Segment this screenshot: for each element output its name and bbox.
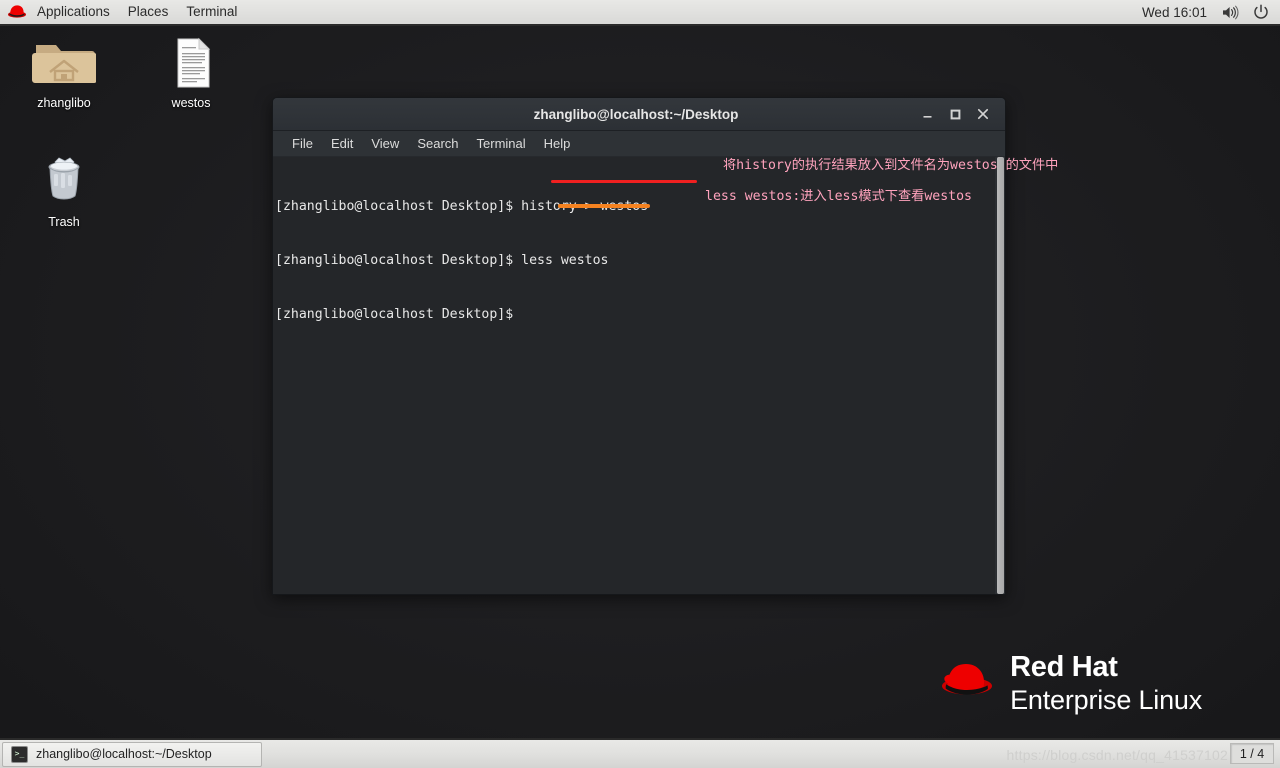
menu-item-edit[interactable]: Edit bbox=[322, 133, 362, 155]
terminal-output: [zhanglibo@localhost Desktop]$ history >… bbox=[275, 162, 648, 360]
terminal-prompt: [zhanglibo@localhost Desktop]$ bbox=[275, 253, 522, 268]
maximize-button[interactable] bbox=[941, 100, 969, 128]
watermark: https://blog.csdn.net/qq_41537102 bbox=[1006, 747, 1228, 763]
power-icon[interactable] bbox=[1246, 4, 1280, 20]
annotation-line-1: 将history的执行结果放入到文件名为westos 的文件中 bbox=[723, 158, 1059, 173]
taskbar-item-terminal[interactable]: >_ zhanglibo@localhost:~/Desktop bbox=[2, 741, 262, 767]
desktop-icon-label: westos bbox=[171, 96, 211, 110]
workspace-indicator[interactable]: 1 / 4 bbox=[1230, 743, 1274, 764]
terminal-line: [zhanglibo@localhost Desktop]$ bbox=[275, 306, 648, 324]
home-folder-icon bbox=[16, 33, 112, 91]
annotation-underline-red bbox=[551, 180, 697, 183]
menu-terminal[interactable]: Terminal bbox=[177, 0, 246, 24]
terminal-prompt: [zhanglibo@localhost Desktop]$ bbox=[275, 307, 522, 322]
text-document-icon bbox=[143, 33, 239, 91]
desktop-icon-label: Trash bbox=[48, 215, 80, 229]
terminal-scrollbar[interactable] bbox=[995, 157, 1005, 594]
terminal-body[interactable]: [zhanglibo@localhost Desktop]$ history >… bbox=[273, 157, 1005, 594]
menu-applications[interactable]: Applications bbox=[28, 0, 119, 24]
annotation-line-2: less westos:进入less模式下查看westos bbox=[705, 189, 972, 204]
annotation-underline-orange bbox=[558, 204, 650, 208]
desktop-icon-westos[interactable]: westos bbox=[143, 33, 239, 110]
volume-icon[interactable] bbox=[1215, 5, 1246, 20]
bottom-panel: >_ zhanglibo@localhost:~/Desktop https:/… bbox=[0, 738, 1280, 768]
brand-line-redhat: Red Hat bbox=[1010, 651, 1118, 683]
menu-item-search[interactable]: Search bbox=[408, 133, 467, 155]
desktop-icon-zhanglibo[interactable]: zhanglibo bbox=[16, 33, 112, 110]
redhat-logo-icon[interactable] bbox=[6, 0, 28, 24]
terminal-command: less westos bbox=[521, 253, 609, 268]
menu-item-file[interactable]: File bbox=[283, 133, 322, 155]
top-panel-menu: Applications Places Terminal bbox=[28, 0, 246, 24]
terminal-titlebar[interactable]: zhanglibo@localhost:~/Desktop bbox=[273, 98, 1005, 131]
trash-can-icon bbox=[16, 152, 112, 210]
desktop-icon-trash[interactable]: Trash bbox=[16, 152, 112, 229]
terminal-title: zhanglibo@localhost:~/Desktop bbox=[533, 106, 739, 122]
minimize-button[interactable] bbox=[913, 100, 941, 128]
rhel-brand-text: Red Hat Enterprise Linux bbox=[1010, 653, 1202, 714]
desktop-icon-label: zhanglibo bbox=[37, 96, 91, 110]
terminal-line: [zhanglibo@localhost Desktop]$ less west… bbox=[275, 252, 648, 270]
menu-places[interactable]: Places bbox=[119, 0, 178, 24]
close-button[interactable] bbox=[969, 100, 997, 128]
scrollbar-thumb[interactable] bbox=[997, 157, 1004, 594]
top-panel: Applications Places Terminal Wed 16:01 bbox=[0, 0, 1280, 26]
taskbar-item-label: zhanglibo@localhost:~/Desktop bbox=[36, 747, 212, 761]
brand-line-enterprise-linux: Enterprise Linux bbox=[1010, 685, 1202, 715]
terminal-prompt: [zhanglibo@localhost Desktop]$ bbox=[275, 199, 522, 214]
rhel-branding: Red Hat Enterprise Linux bbox=[938, 653, 1202, 714]
terminal-icon: >_ bbox=[11, 745, 28, 763]
menu-item-view[interactable]: View bbox=[362, 133, 408, 155]
clock[interactable]: Wed 16:01 bbox=[1134, 5, 1215, 20]
redhat-fedora-icon bbox=[938, 657, 996, 710]
menu-item-help[interactable]: Help bbox=[535, 133, 580, 155]
terminal-menubar: File Edit View Search Terminal Help bbox=[273, 131, 1005, 157]
menu-item-terminal[interactable]: Terminal bbox=[468, 133, 535, 155]
